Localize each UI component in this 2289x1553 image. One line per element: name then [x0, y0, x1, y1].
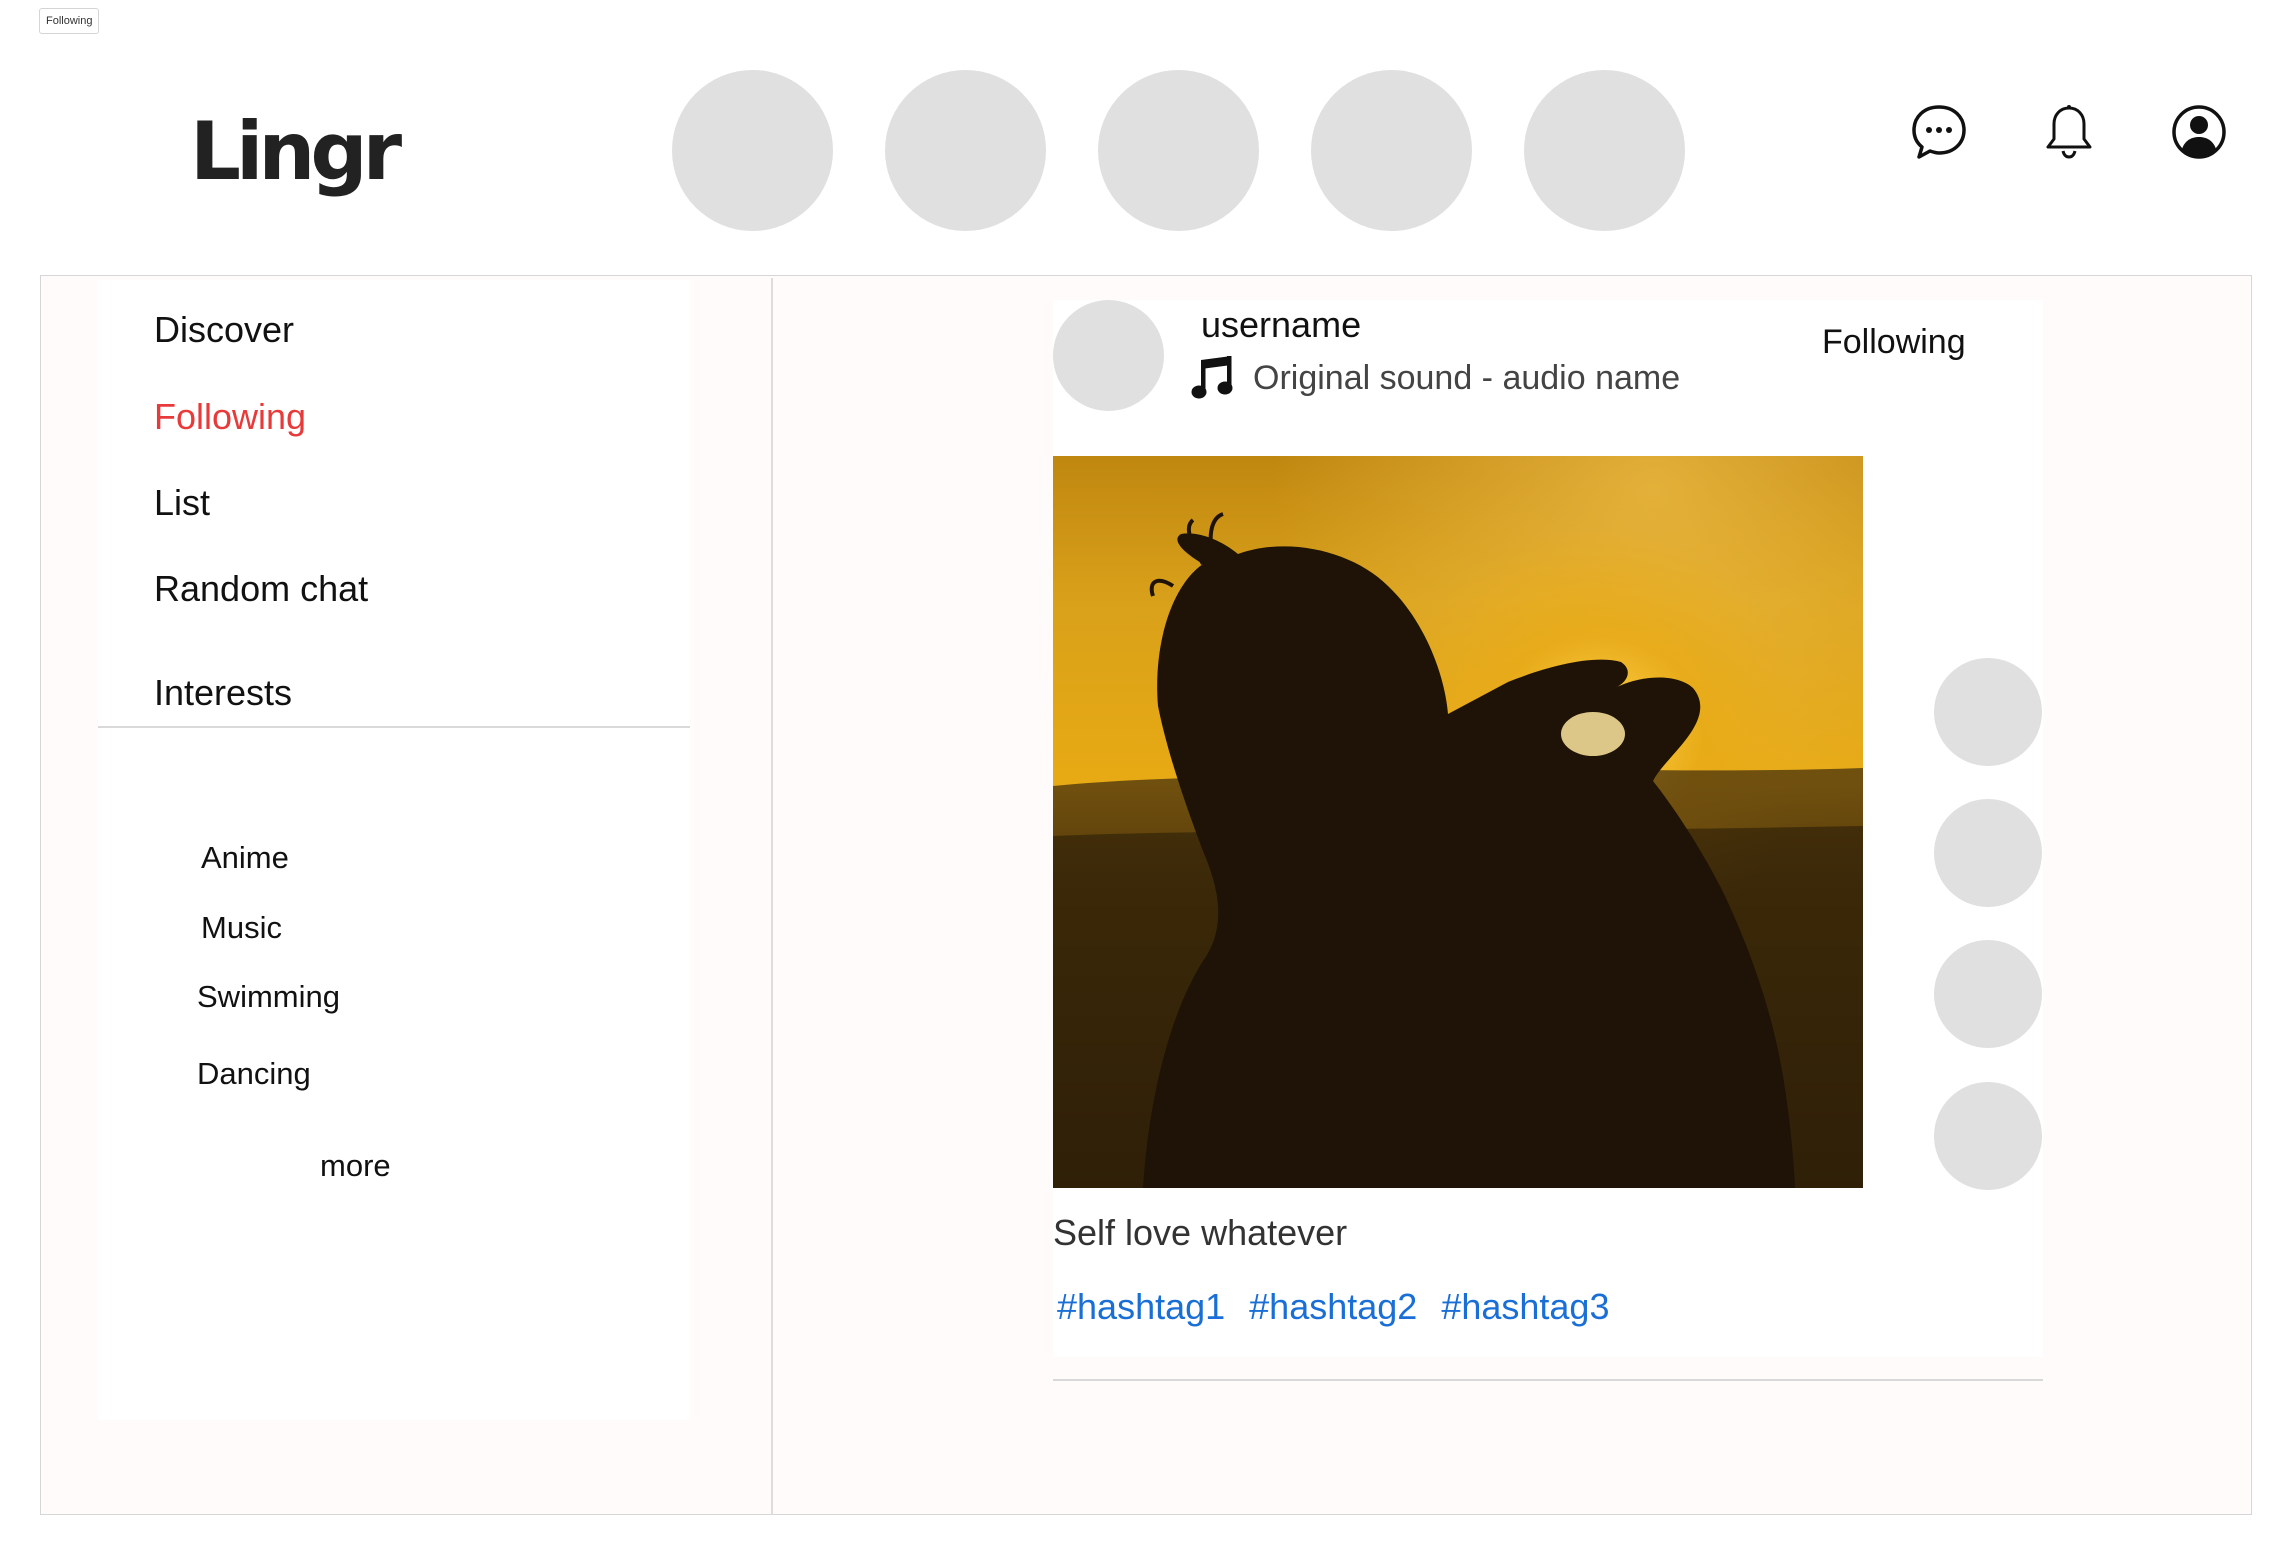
chat-bubble-icon[interactable] [1910, 103, 1968, 161]
post-sound[interactable]: Original sound - audio name [1191, 356, 1680, 400]
nav-following[interactable]: Following [154, 399, 306, 435]
nav-discover[interactable]: Discover [154, 312, 294, 348]
save-action[interactable] [1934, 940, 2042, 1048]
sound-label: Original sound - audio name [1253, 359, 1681, 397]
like-action[interactable] [1934, 658, 2042, 766]
column-divider [771, 278, 773, 1515]
hashtag-link[interactable]: #hashtag2 [1249, 1289, 1417, 1325]
app-logo[interactable]: Lingr [190, 112, 402, 192]
story-avatar[interactable] [1311, 70, 1472, 231]
post-caption: Self love whatever [1053, 1212, 1348, 1253]
story-avatar[interactable] [1098, 70, 1259, 231]
hashtag-list: #hashtag1 #hashtag2 #hashtag3 [1057, 1289, 1609, 1325]
nav-interests[interactable]: Interests [154, 675, 292, 711]
share-action[interactable] [1934, 1082, 2042, 1190]
post-card: username Original sound - audio name Fol… [1053, 300, 2043, 1357]
story-avatar[interactable] [1524, 70, 1685, 231]
comment-action[interactable] [1934, 799, 2042, 907]
interest-music[interactable]: Music [201, 912, 282, 943]
post-divider [1053, 1379, 2043, 1381]
hashtag-link[interactable]: #hashtag1 [1057, 1289, 1225, 1325]
sidebar: Discover Following List Random chat Inte… [98, 280, 690, 1420]
post-author-avatar[interactable] [1053, 300, 1164, 411]
story-bar [672, 70, 1685, 231]
user-profile-icon[interactable] [2170, 103, 2228, 161]
follow-status[interactable]: Following [1822, 325, 1966, 359]
story-avatar[interactable] [885, 70, 1046, 231]
music-note-icon [1191, 356, 1233, 399]
interest-dancing[interactable]: Dancing [197, 1058, 311, 1089]
nav-random-chat[interactable]: Random chat [154, 571, 368, 607]
sidebar-divider [98, 726, 690, 728]
interest-swimming[interactable]: Swimming [197, 981, 340, 1012]
story-avatar[interactable] [672, 70, 833, 231]
nav-list[interactable]: List [154, 485, 210, 521]
more-interests-link[interactable]: more [320, 1150, 391, 1181]
hashtag-link[interactable]: #hashtag3 [1441, 1289, 1609, 1325]
frame-label: Following [39, 8, 100, 34]
bell-icon[interactable] [2040, 103, 2098, 161]
interest-anime[interactable]: Anime [201, 842, 289, 873]
post-image[interactable] [1053, 456, 1863, 1188]
post-username[interactable]: username [1201, 307, 1361, 343]
